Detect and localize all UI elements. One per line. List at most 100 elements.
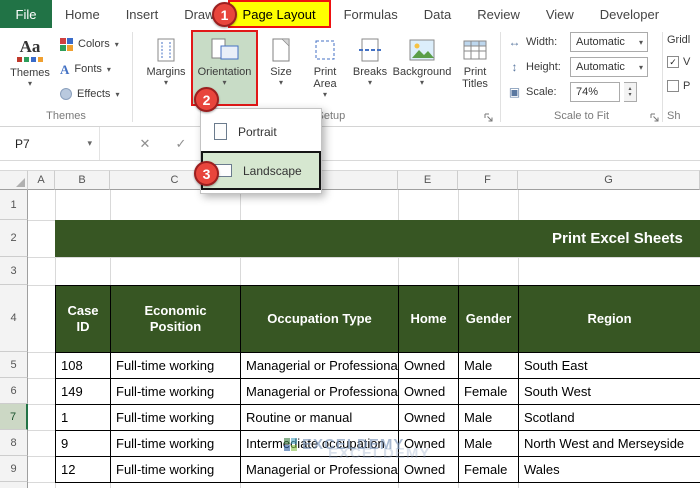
- breaks-button[interactable]: Breaks ▾: [350, 30, 390, 106]
- select-all-triangle-icon: [16, 178, 25, 187]
- table-header-case-id[interactable]: Case ID: [56, 286, 111, 353]
- table-cell[interactable]: 1: [56, 405, 111, 431]
- table-cell[interactable]: Owned: [399, 353, 459, 379]
- table-header-home[interactable]: Home: [399, 286, 459, 353]
- table-cell[interactable]: Full-time working: [111, 431, 241, 457]
- size-label: Size: [270, 66, 292, 78]
- row-header-4[interactable]: 4: [0, 285, 28, 352]
- table-cell[interactable]: South West: [519, 379, 700, 405]
- table-cell[interactable]: Intermediate occupation: [241, 431, 399, 457]
- size-icon: [270, 35, 292, 65]
- tab-file[interactable]: File: [0, 0, 52, 28]
- colors-button[interactable]: Colors ▾: [57, 33, 122, 55]
- tab-page-layout[interactable]: Page Layout: [227, 0, 331, 28]
- tab-developer[interactable]: Developer: [587, 0, 672, 28]
- table-cell[interactable]: Full-time working: [111, 353, 241, 379]
- scale-input[interactable]: 74%: [570, 82, 620, 102]
- enter-icon[interactable]: ✓: [168, 136, 194, 152]
- tab-formulas[interactable]: Formulas: [331, 0, 411, 28]
- gridlines-print-checkbox[interactable]: [667, 80, 679, 92]
- row-header-10-partial[interactable]: [0, 482, 28, 488]
- row-header-3[interactable]: 3: [0, 257, 28, 285]
- width-select[interactable]: Automatic ▾: [570, 32, 648, 52]
- themes-button[interactable]: Aa Themes ▾: [6, 30, 54, 106]
- print-titles-button[interactable]: Print Titles: [454, 30, 496, 106]
- table-cell[interactable]: Full-time working: [111, 405, 241, 431]
- scale-icon: ▣: [508, 85, 521, 99]
- page-setup-dialog-launcher-icon[interactable]: [483, 110, 494, 122]
- themes-colors-icon: [17, 57, 43, 62]
- gridlines-view-checkbox[interactable]: ✓: [667, 56, 679, 68]
- table-cell[interactable]: Male: [459, 353, 519, 379]
- col-header-b[interactable]: B: [55, 170, 110, 190]
- select-all-corner[interactable]: [0, 170, 28, 190]
- table-cell[interactable]: Routine or manual: [241, 405, 399, 431]
- table-cell[interactable]: 149: [56, 379, 111, 405]
- tab-view[interactable]: View: [533, 0, 587, 28]
- table-cell[interactable]: 9: [56, 431, 111, 457]
- table-cell[interactable]: Owned: [399, 457, 459, 483]
- col-header-e[interactable]: E: [398, 170, 458, 190]
- gridlines-view-label: V: [683, 56, 691, 68]
- landscape-label: Landscape: [243, 163, 302, 178]
- tab-review[interactable]: Review: [464, 0, 533, 28]
- row-header-2[interactable]: 2: [0, 220, 28, 257]
- table-header-gender[interactable]: Gender: [459, 286, 519, 353]
- table-cell[interactable]: Male: [459, 431, 519, 457]
- col-header-a[interactable]: A: [28, 170, 55, 190]
- row-header-7-active[interactable]: 7: [0, 404, 28, 430]
- table-header-occupation-type[interactable]: Occupation Type: [241, 286, 399, 353]
- colors-label: Colors: [78, 38, 110, 50]
- print-area-button[interactable]: Print Area ▾: [302, 30, 348, 106]
- table-cell[interactable]: Managerial or Professional: [241, 457, 399, 483]
- table-cell[interactable]: Managerial or Professional: [241, 353, 399, 379]
- sheet-options-group-label: Sh: [667, 110, 681, 122]
- tab-data[interactable]: Data: [411, 0, 464, 28]
- menu-item-portrait[interactable]: Portrait: [201, 112, 321, 151]
- table-cell[interactable]: Owned: [399, 379, 459, 405]
- scale-row: ▣ Scale: 74% ▴ ▾: [507, 82, 637, 102]
- row-header-9[interactable]: 9: [0, 456, 28, 482]
- title-banner-cell[interactable]: Print Excel Sheets: [55, 220, 700, 257]
- col-header-f[interactable]: F: [458, 170, 518, 190]
- table-header-region[interactable]: Region: [519, 286, 700, 353]
- table-header-economic-position[interactable]: Economic Position: [111, 286, 241, 353]
- row-header-1[interactable]: 1: [0, 190, 28, 220]
- table-cell[interactable]: 12: [56, 457, 111, 483]
- chevron-down-icon: ▾: [419, 78, 424, 87]
- row-header-6[interactable]: 6: [0, 378, 28, 404]
- tab-insert[interactable]: Insert: [113, 0, 172, 28]
- table-cell[interactable]: Wales: [519, 457, 700, 483]
- table-cell[interactable]: Managerial or Professional: [241, 379, 399, 405]
- row-header-8[interactable]: 8: [0, 430, 28, 456]
- background-button[interactable]: Background ▾: [392, 30, 452, 106]
- table-cell[interactable]: Owned: [399, 431, 459, 457]
- effects-button[interactable]: Effects ▾: [57, 83, 122, 105]
- gridlines-print-label: P: [683, 80, 691, 92]
- margins-button[interactable]: Margins ▾: [143, 30, 189, 106]
- menu-item-landscape[interactable]: Landscape: [201, 151, 321, 190]
- tab-home[interactable]: Home: [52, 0, 113, 28]
- table-cell[interactable]: Scotland: [519, 405, 700, 431]
- scale-spinner[interactable]: ▴ ▾: [624, 82, 637, 102]
- orientation-icon: [210, 35, 240, 65]
- table-cell[interactable]: Full-time working: [111, 379, 241, 405]
- name-box[interactable]: P7 ▾: [0, 127, 100, 160]
- table-cell[interactable]: Male: [459, 405, 519, 431]
- table-cell[interactable]: Female: [459, 379, 519, 405]
- table-cell[interactable]: Owned: [399, 405, 459, 431]
- table-cell[interactable]: Female: [459, 457, 519, 483]
- table-cell[interactable]: South East: [519, 353, 700, 379]
- scale-to-fit-dialog-launcher-icon[interactable]: [649, 110, 660, 122]
- col-header-g[interactable]: G: [518, 170, 700, 190]
- size-button[interactable]: Size ▾: [262, 30, 300, 106]
- fonts-button[interactable]: A Fonts ▾: [57, 58, 122, 80]
- table-cell[interactable]: Full-time working: [111, 457, 241, 483]
- row-header-5[interactable]: 5: [0, 352, 28, 378]
- height-select[interactable]: Automatic ▾: [570, 57, 648, 77]
- background-icon: [408, 35, 436, 65]
- table-cell[interactable]: 108: [56, 353, 111, 379]
- cancel-icon[interactable]: ✕: [132, 136, 158, 152]
- table-cell[interactable]: North West and Merseyside: [519, 431, 700, 457]
- callout-step-2-badge: 2: [194, 87, 219, 112]
